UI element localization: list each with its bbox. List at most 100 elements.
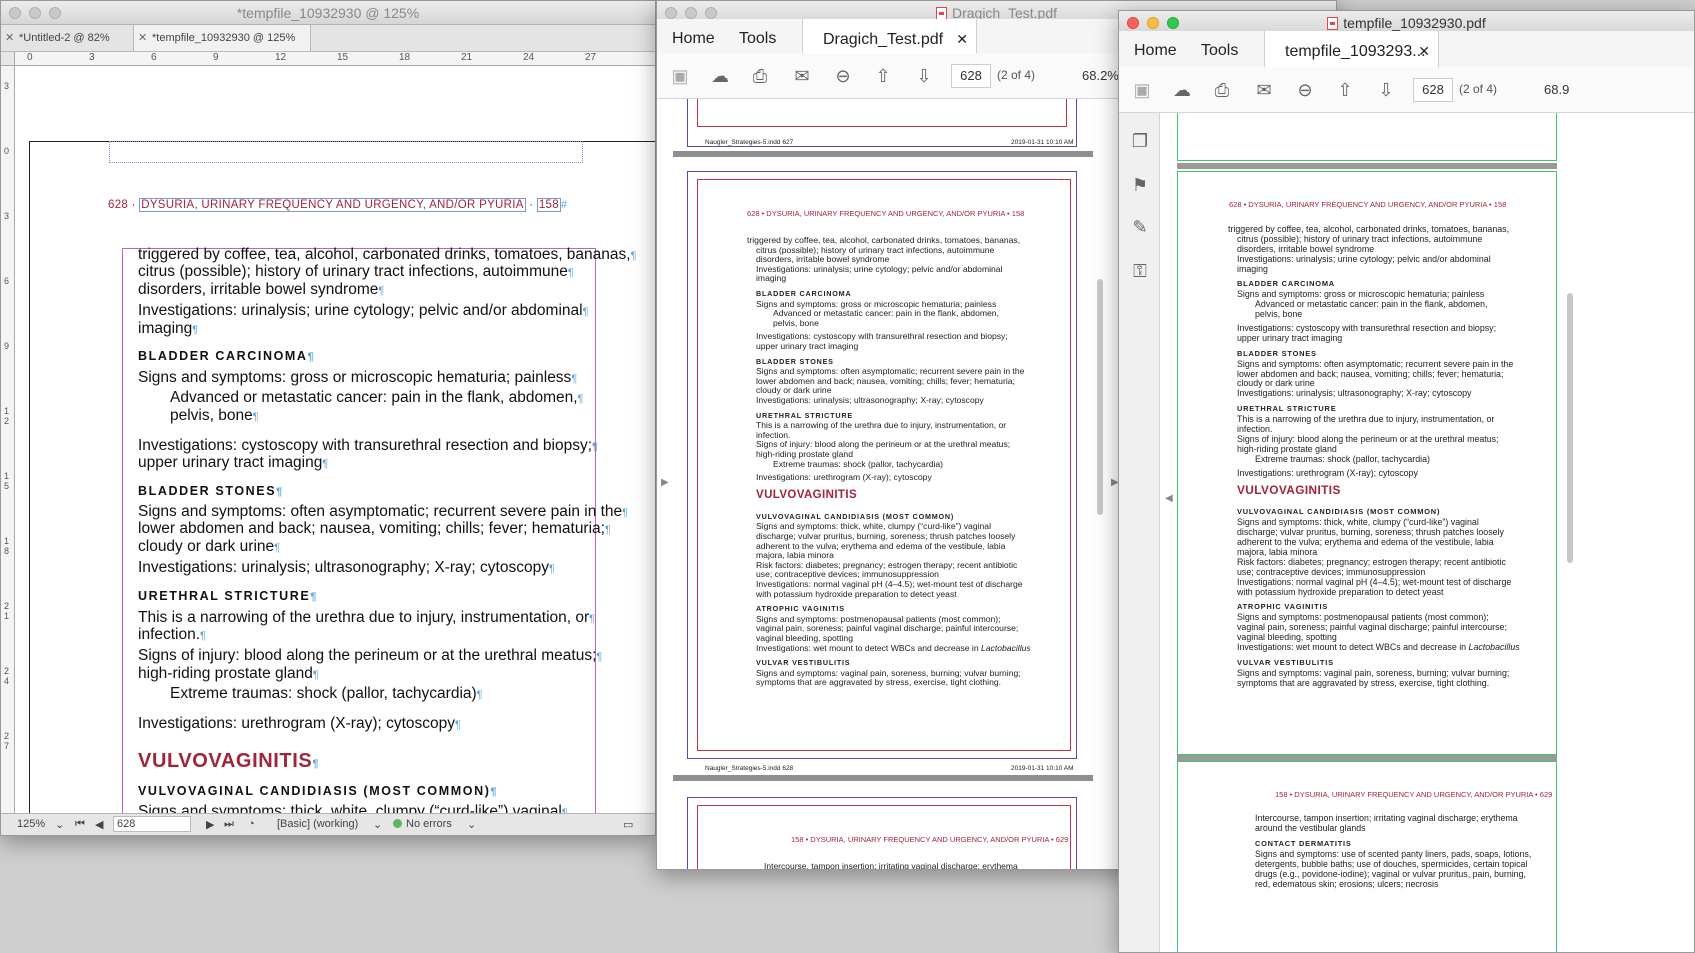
zoom-out-icon[interactable]: ⊖ xyxy=(832,65,854,87)
chevron-down-icon[interactable]: ⌄ xyxy=(373,818,382,831)
slug-file: Naugler_Strategies-5.indd 627 xyxy=(705,139,794,146)
line-text-italic: Lactobacillus xyxy=(981,642,1031,653)
section-heading[interactable]: URETHRAL STRICTURE¶ xyxy=(138,588,318,607)
pdf-text-line: discharge; vulvar pruritus, burning, sor… xyxy=(1237,527,1504,538)
tools-tab[interactable]: Tools xyxy=(1201,42,1238,60)
running-header[interactable]: 628 · DYSURIA, URINARY FREQUENCY AND URG… xyxy=(108,198,567,212)
document-view[interactable]: 628 • DYSURIA, URINARY FREQUENCY AND URG… xyxy=(1161,113,1694,952)
pdf-text-line: Advanced or metastatic cancer: pain in t… xyxy=(773,308,999,319)
text-line[interactable]: Investigations: urinalysis; urine cytolo… xyxy=(138,302,589,322)
vertical-ruler[interactable]: 303691 21 51 82 12 42 7 xyxy=(1,66,15,813)
pdf-text-line: imaging xyxy=(756,273,787,284)
text-line[interactable]: Signs of injury: blood along the perineu… xyxy=(138,647,602,667)
close-tab-icon[interactable]: ✕ xyxy=(5,25,14,51)
zoom-input[interactable]: 68.9 xyxy=(1544,82,1569,97)
text-line[interactable]: cloudy or dark urine¶ xyxy=(138,538,280,558)
text-line[interactable]: Extreme traumas: shock (pallor, tachycar… xyxy=(170,685,483,705)
preflight-status[interactable]: No errors xyxy=(393,818,452,830)
section-heading[interactable]: VULVOVAGINAL CANDIDIASIS (MOST COMMON)¶ xyxy=(138,783,498,802)
line-text: BLADDER STONES xyxy=(138,484,277,498)
bookmark-icon[interactable]: ⚑ xyxy=(1129,175,1151,197)
tab-tempfile[interactable]: ✕ *tempfile_10932930 @ 125% xyxy=(133,25,311,51)
page-thumbnails-icon[interactable]: ❐ xyxy=(1129,131,1151,153)
pdf-text-line: Signs and symptoms: often asymptomatic; … xyxy=(756,366,1025,377)
previous-page-icon[interactable]: ◀ xyxy=(95,818,103,831)
close-tab-icon[interactable]: ✕ xyxy=(1418,31,1430,72)
pdf-heading: ATROPHIC VAGINITIS xyxy=(1237,602,1329,612)
ruler-origin[interactable] xyxy=(1,52,15,66)
zoom-input[interactable]: 68.2% xyxy=(1082,68,1119,83)
email-icon[interactable]: ✉ xyxy=(1253,79,1275,101)
text-line[interactable]: high-riding prostate gland¶ xyxy=(138,665,319,685)
tools-tab[interactable]: Tools xyxy=(739,30,776,48)
last-page-icon[interactable]: ⏭ xyxy=(224,818,234,831)
pdf-text-line: high-riding prostate gland xyxy=(1237,443,1337,454)
pilcrow-icon: ¶ xyxy=(592,441,598,453)
text-line[interactable]: Investigations: urethrogram (X-ray); cyt… xyxy=(138,715,461,735)
text-line[interactable]: lower abdomen and back; nausea, vomiting… xyxy=(138,520,611,540)
section-heading[interactable]: VULVOVAGINITIS¶ xyxy=(138,751,319,774)
text-line[interactable]: disorders, irritable bowel syndrome¶ xyxy=(138,281,384,301)
pdf-running-header: 628 • DYSURIA, URINARY FREQUENCY AND URG… xyxy=(747,209,1025,218)
save-icon[interactable]: ▣ xyxy=(669,65,691,87)
acrobat-window-tempfile: tempfile_10932930.pdf Home Tools tempfil… xyxy=(1118,10,1695,953)
page-up-icon[interactable]: ⇧ xyxy=(1334,79,1356,101)
line-text: upper urinary tract imaging xyxy=(138,454,323,471)
chevron-down-icon[interactable]: ⌄ xyxy=(467,818,476,831)
tab-untitled-2[interactable]: ✕ *Untitled-2 @ 82% xyxy=(1,25,133,51)
pdf-text-line: Signs and symptoms: thick, white, clumpy… xyxy=(1237,517,1479,528)
text-line[interactable]: pelvis, bone¶ xyxy=(170,407,259,427)
text-line[interactable]: infection.¶ xyxy=(138,626,206,646)
section-heading[interactable]: BLADDER STONES¶ xyxy=(138,483,284,502)
pilcrow-icon: ¶ xyxy=(476,689,483,701)
page-number-input[interactable]: 628 xyxy=(1413,78,1453,102)
print-icon[interactable]: ⎙ xyxy=(1211,79,1233,101)
upload-cloud-icon[interactable]: ☁ xyxy=(709,65,731,87)
page-number-field[interactable]: 628 xyxy=(113,816,191,832)
ruler-tick-label: 18 xyxy=(399,52,411,63)
pdf-text-line: high-riding prostate gland xyxy=(756,449,853,459)
pdf-text-line: Intercourse, tampon insertion; irritatin… xyxy=(1255,813,1518,823)
close-tab-icon[interactable]: ✕ xyxy=(138,25,147,51)
text-line[interactable]: Investigations: urinalysis; ultrasonogra… xyxy=(138,559,555,579)
email-icon[interactable]: ✉ xyxy=(791,65,813,87)
security-icon[interactable]: ⚿ xyxy=(1129,261,1151,283)
header-text-frame[interactable] xyxy=(109,141,583,163)
collapse-left-icon[interactable]: ▶ xyxy=(661,477,669,488)
pdf-text-line: This is a narrowing of the urethra due t… xyxy=(1237,414,1495,425)
page-up-icon[interactable]: ⇧ xyxy=(872,65,894,87)
page-down-icon[interactable]: ⇩ xyxy=(913,65,935,87)
horizontal-ruler[interactable]: 0 3 6 9 12 15 18 21 24 27 xyxy=(15,52,655,66)
home-tab[interactable]: Home xyxy=(672,30,715,48)
first-page-icon[interactable]: ⏮ xyxy=(75,818,85,831)
text-line[interactable]: Advanced or metastatic cancer: pain in t… xyxy=(170,389,583,409)
zoom-dropdown-icon[interactable]: ⌄ xyxy=(55,818,64,831)
next-page-icon[interactable]: ▶ xyxy=(206,818,214,831)
text-line[interactable]: imaging¶ xyxy=(138,320,198,340)
page-down-icon[interactable]: ⇩ xyxy=(1375,79,1397,101)
print-icon[interactable]: ⎙ xyxy=(749,65,771,87)
style-status[interactable]: [Basic] (working) xyxy=(277,818,358,830)
save-icon[interactable]: ▣ xyxy=(1131,79,1153,101)
pdf-text-line: Investigations: cystoscopy with transure… xyxy=(756,331,1008,342)
pdf-text-line: vaginal bleeding, spotting xyxy=(756,633,853,643)
text-line[interactable]: Signs and symptoms: gross or microscopic… xyxy=(138,369,577,389)
upload-cloud-icon[interactable]: ☁ xyxy=(1171,79,1193,101)
zoom-out-icon[interactable]: ⊖ xyxy=(1294,79,1316,101)
preflight-icon[interactable]: ◔ xyxy=(248,818,255,830)
text-line[interactable]: This is a narrowing of the urethra due t… xyxy=(138,609,595,629)
collapse-left-icon[interactable]: ◀ xyxy=(1165,493,1173,504)
document-tab[interactable]: tempfile_1093293... ✕ xyxy=(1264,31,1439,72)
pdf-text-line: use; contraceptive devices; immunosuppre… xyxy=(756,569,939,580)
attachment-icon[interactable]: ✎ xyxy=(1129,217,1151,239)
page-number-input[interactable]: 628 xyxy=(951,64,991,88)
vertical-scrollbar[interactable] xyxy=(1097,279,1103,515)
text-line[interactable]: citrus (possible); history of urinary tr… xyxy=(138,263,574,283)
zoom-level[interactable]: 125% xyxy=(17,818,45,830)
vertical-scrollbar[interactable] xyxy=(1567,293,1573,563)
text-line[interactable]: upper urinary tract imaging¶ xyxy=(138,454,328,474)
home-tab[interactable]: Home xyxy=(1134,42,1177,60)
split-view-icon[interactable]: ▭ xyxy=(623,818,633,831)
section-heading[interactable]: BLADDER CARCINOMA¶ xyxy=(138,348,315,367)
pilcrow-icon: ¶ xyxy=(571,373,578,385)
